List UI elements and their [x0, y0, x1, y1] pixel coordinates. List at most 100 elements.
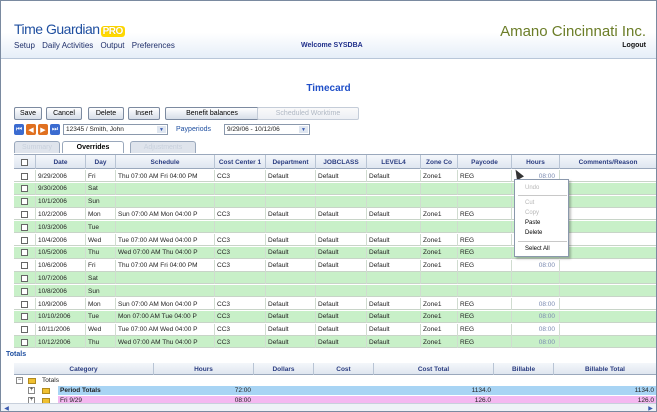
cell-jobclass[interactable]: Default — [316, 336, 367, 349]
cell-cost-center[interactable]: CC3 — [215, 323, 266, 336]
col-schedule[interactable]: Schedule — [116, 155, 215, 169]
cell-comments[interactable] — [560, 221, 656, 233]
cell-schedule[interactable] — [116, 272, 215, 285]
cell-schedule[interactable]: Wed 07:00 AM Thu 04:00 P — [116, 336, 215, 349]
cell-paycode[interactable]: REG — [458, 298, 512, 310]
totals-row[interactable]: + Period Totals 72:00 1134.0 1134.0 — [14, 386, 656, 395]
cell-comments[interactable] — [560, 208, 656, 220]
cell-hours[interactable]: 08:00 — [512, 336, 560, 349]
cell-jobclass[interactable]: Default — [316, 298, 367, 310]
context-cut[interactable]: Cut — [525, 200, 534, 206]
cell-comments[interactable] — [560, 285, 656, 297]
cell-jobclass[interactable] — [316, 221, 367, 234]
cell-jobclass[interactable] — [316, 195, 367, 208]
cell-paycode[interactable] — [458, 285, 512, 298]
cell-date[interactable]: 10/2/2006 — [36, 208, 86, 221]
first-record-icon[interactable]: ⏮ — [14, 124, 24, 135]
cell-hours[interactable]: 08:00 — [512, 259, 560, 272]
cell-department[interactable]: Default — [266, 170, 316, 182]
tab-adjustments[interactable]: Adjustments — [130, 141, 196, 153]
menu-preferences[interactable]: Preferences — [132, 41, 175, 50]
cell-cost-center[interactable]: CC3 — [215, 170, 266, 182]
cell-zone[interactable] — [421, 272, 458, 285]
tab-overrides[interactable]: Overrides — [62, 141, 124, 153]
menu-daily-activities[interactable]: Daily Activities — [42, 41, 93, 50]
cell-zone[interactable] — [421, 285, 458, 298]
cell-paycode[interactable] — [458, 272, 512, 285]
cell-level4[interactable]: Default — [367, 298, 421, 310]
row-checkbox[interactable] — [14, 259, 36, 272]
scroll-right-icon[interactable]: ▶ — [647, 405, 654, 411]
cell-zone[interactable]: Zone1 — [421, 323, 458, 336]
row-checkbox[interactable] — [14, 208, 36, 221]
cell-department[interactable]: Default — [266, 323, 316, 336]
cell-department[interactable] — [266, 195, 316, 208]
table-row[interactable]: 10/8/2006 Sun — [14, 285, 656, 298]
col-cost-center[interactable]: Cost Center 1 — [215, 155, 266, 169]
cell-cost-center[interactable]: CC3 — [215, 259, 266, 272]
cell-day[interactable]: Fri — [86, 259, 116, 272]
cell-jobclass[interactable]: Default — [316, 323, 367, 336]
cell-comments[interactable] — [560, 196, 656, 208]
cell-hours[interactable] — [512, 285, 560, 298]
cell-jobclass[interactable]: Default — [316, 170, 367, 182]
expand-icon[interactable]: + — [28, 386, 38, 395]
cell-comments[interactable] — [560, 298, 656, 310]
cell-day[interactable]: Sun — [86, 285, 116, 298]
cell-day[interactable]: Tue — [86, 221, 116, 234]
cell-zone[interactable] — [421, 195, 458, 208]
table-row[interactable]: 10/7/2006 Sat — [14, 272, 656, 285]
cell-cost-center[interactable] — [215, 195, 266, 208]
context-delete[interactable]: Delete — [525, 230, 542, 236]
cell-zone[interactable]: Zone1 — [421, 310, 458, 323]
next-record-icon[interactable]: ▶ — [38, 124, 48, 135]
totals-col-category[interactable]: Category — [14, 363, 154, 375]
totals-col-billable[interactable]: Billable — [494, 363, 554, 375]
col-level4[interactable]: LEVEL4 — [367, 155, 421, 169]
delete-button[interactable]: Delete — [88, 107, 124, 120]
cell-schedule[interactable]: Sun 07:00 AM Mon 04:00 P — [116, 208, 215, 221]
cell-cost-center[interactable] — [215, 221, 266, 234]
totals-col-cost[interactable]: Cost — [314, 363, 374, 375]
cell-date[interactable]: 10/3/2006 — [36, 221, 86, 234]
cell-level4[interactable]: Default — [367, 208, 421, 221]
cell-level4[interactable] — [367, 182, 421, 195]
cell-cost-center[interactable]: CC3 — [215, 234, 266, 246]
cell-level4[interactable] — [367, 195, 421, 208]
cell-comments[interactable] — [560, 272, 656, 284]
cell-jobclass[interactable]: Default — [316, 208, 367, 221]
tab-summary[interactable]: Summary — [14, 141, 60, 153]
cell-hours[interactable]: 08:00 — [512, 323, 560, 336]
cell-hours[interactable]: 08:00 — [512, 310, 560, 323]
cell-comments[interactable] — [560, 260, 656, 272]
cell-day[interactable]: Fri — [86, 170, 116, 182]
cell-day[interactable]: Mon — [86, 208, 116, 221]
col-hours[interactable]: Hours — [512, 155, 560, 169]
cell-level4[interactable]: Default — [367, 310, 421, 323]
cell-date[interactable]: 10/6/2006 — [36, 259, 86, 272]
benefit-balances-button[interactable]: Benefit balances — [165, 107, 259, 120]
cell-zone[interactable]: Zone1 — [421, 208, 458, 221]
totals-col-dollars[interactable]: Dollars — [254, 363, 314, 375]
cell-date[interactable]: 10/11/2006 — [36, 323, 86, 336]
cell-paycode[interactable]: REG — [458, 310, 512, 323]
select-all-checkbox[interactable] — [14, 155, 36, 169]
cell-jobclass[interactable]: Default — [316, 246, 367, 259]
table-row[interactable]: 10/10/2006 Tue Mon 07:00 AM Tue 04:00 P CC3… — [14, 310, 656, 323]
save-button[interactable]: Save — [14, 107, 42, 120]
cell-schedule[interactable]: Wed 07:00 AM Thu 04:00 P — [116, 246, 215, 259]
cell-schedule[interactable]: Tue 07:00 AM Wed 04:00 P — [116, 323, 215, 336]
cell-department[interactable]: Default — [266, 246, 316, 259]
cell-jobclass[interactable] — [316, 272, 367, 285]
context-copy[interactable]: Copy — [525, 210, 539, 216]
payperiod-select[interactable]: 9/29/06 - 10/12/06 ▼ — [224, 124, 310, 135]
cell-cost-center[interactable]: CC3 — [215, 310, 266, 323]
prev-record-icon[interactable]: ◀ — [26, 124, 36, 135]
cell-zone[interactable]: Zone1 — [421, 259, 458, 272]
cell-level4[interactable]: Default — [367, 336, 421, 349]
cell-comments[interactable] — [560, 170, 656, 182]
row-checkbox[interactable] — [14, 285, 36, 298]
cell-level4[interactable]: Default — [367, 170, 421, 182]
col-zone[interactable]: Zone Co — [421, 155, 458, 169]
cell-paycode[interactable]: REG — [458, 170, 512, 182]
